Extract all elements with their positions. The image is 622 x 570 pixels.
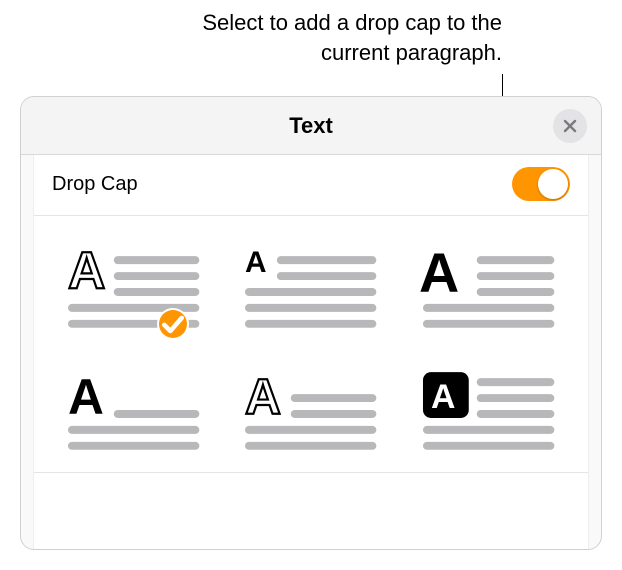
svg-text:A: A [245, 246, 267, 279]
dropcap-style-6[interactable]: A [419, 366, 558, 454]
svg-text:A: A [431, 378, 455, 416]
svg-text:A: A [419, 244, 459, 304]
drop-cap-label: Drop Cap [52, 173, 138, 196]
close-icon [563, 119, 577, 133]
dropcap-style-2[interactable]: A [241, 244, 380, 332]
text-panel: Text Drop Cap A [20, 96, 602, 550]
dropcap-style-1[interactable]: A [64, 244, 203, 332]
dropcap-style-4[interactable]: A [64, 366, 203, 454]
svg-text:A: A [68, 244, 105, 299]
panel-header: Text [21, 97, 601, 155]
drop-cap-toggle[interactable] [512, 167, 570, 201]
svg-text:A: A [245, 369, 281, 425]
panel-title: Text [289, 113, 333, 138]
panel-body: Drop Cap A [33, 155, 589, 549]
dropcap-style-5[interactable]: A [241, 366, 380, 454]
close-button[interactable] [553, 109, 587, 143]
svg-text:A: A [68, 369, 104, 425]
drop-cap-styles-grid: A [34, 216, 588, 473]
callout-text: Select to add a drop cap to the current … [182, 8, 502, 67]
toggle-knob [538, 169, 568, 199]
drop-cap-row: Drop Cap [34, 155, 588, 216]
dropcap-style-3[interactable]: A [419, 244, 558, 332]
selected-check-icon [159, 310, 187, 338]
